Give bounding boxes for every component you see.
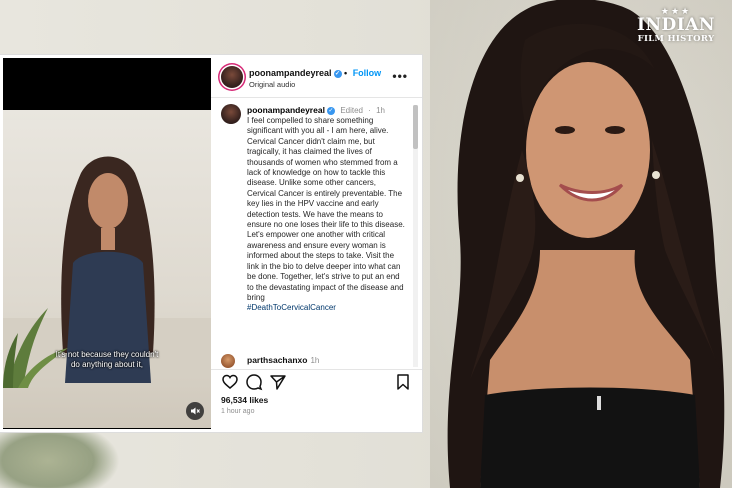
comments-scroll-area[interactable]: poonampandeyreal ✓ Edited · 1h I feel com… xyxy=(211,101,422,366)
scrollbar-thumb[interactable] xyxy=(413,105,418,149)
verified-badge-icon: ✓ xyxy=(333,69,342,78)
action-bar xyxy=(211,373,422,393)
avatar[interactable] xyxy=(221,66,243,88)
comment-username[interactable]: poonampandeyreal xyxy=(247,105,325,115)
comment-item: parthsachanxo 1h xyxy=(211,352,422,368)
comment-time: 1h xyxy=(376,106,386,115)
comment-header: poonampandeyreal ✓ Edited · 1h xyxy=(247,105,386,115)
reel-video[interactable]: It's not because they couldn't do anythi… xyxy=(3,58,211,429)
watermark-logo: ★★★ INDIAN FILM HISTORY xyxy=(630,6,722,50)
bookmark-icon[interactable] xyxy=(394,373,412,391)
actions-divider xyxy=(211,369,422,370)
header-divider xyxy=(211,97,422,98)
comment-edited: Edited xyxy=(340,106,363,115)
post-timestamp: 1 hour ago xyxy=(221,408,255,415)
likes-count[interactable]: 96,534 likes xyxy=(221,395,268,405)
reply-username-row: parthsachanxo 1h xyxy=(247,355,319,365)
follow-button[interactable]: Follow xyxy=(353,68,382,78)
more-options-icon[interactable]: ••• xyxy=(392,69,408,83)
post-header: poonampandeyreal ✓ • Follow Original audi… xyxy=(211,61,422,97)
speaker-muted-icon[interactable] xyxy=(186,402,204,420)
instagram-post-card: It's not because they couldn't do anythi… xyxy=(0,55,422,432)
avatar[interactable] xyxy=(221,354,235,368)
video-caption: It's not because they couldn't do anythi… xyxy=(3,350,211,370)
hashtag-link[interactable]: #DeathToCervicalCancer xyxy=(247,303,407,313)
video-caption-line2: do anything about it, xyxy=(70,360,144,369)
reply-username[interactable]: parthsachanxo xyxy=(247,355,307,365)
header-username-row: poonampandeyreal ✓ • Follow xyxy=(249,68,382,78)
logo-line1: INDIAN xyxy=(637,15,715,35)
verified-badge-icon: ✓ xyxy=(326,106,335,115)
share-icon[interactable] xyxy=(269,373,287,391)
caption-body: I feel compelled to share something sign… xyxy=(247,116,405,302)
audio-label[interactable]: Original audio xyxy=(249,80,295,89)
heart-icon[interactable] xyxy=(221,373,239,391)
video-caption-line1: It's not because they couldn't xyxy=(55,350,159,359)
header-username[interactable]: poonampandeyreal xyxy=(249,68,332,78)
caption-text: I feel compelled to share something sign… xyxy=(247,116,407,314)
logo-line2: FILM HISTORY xyxy=(637,34,715,44)
comment-avatar[interactable] xyxy=(221,104,241,124)
post-sidebar: poonampandeyreal ✓ • Follow Original audi… xyxy=(211,55,422,432)
video-plant xyxy=(3,308,68,388)
reply-time: 1h xyxy=(310,356,320,365)
comment-icon[interactable] xyxy=(245,373,263,391)
woman-photo xyxy=(447,0,725,488)
